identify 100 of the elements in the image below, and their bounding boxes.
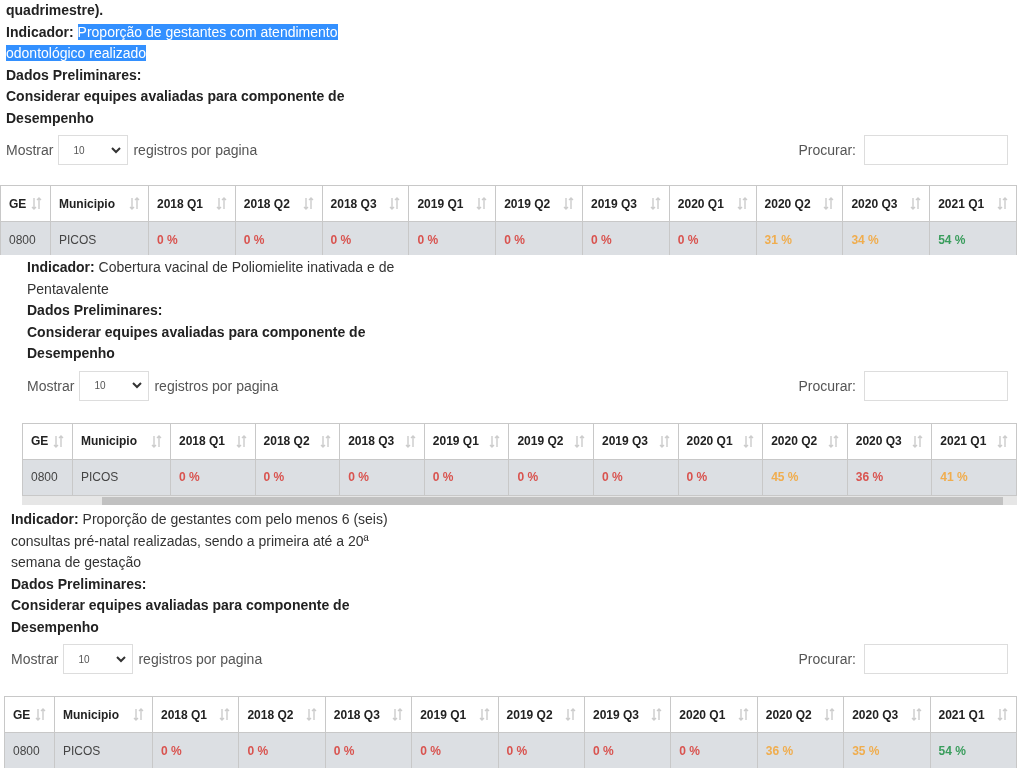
note-text: Considerar equipes avaliadas para componente de Desempenho (27, 322, 367, 363)
column-header[interactable]: GE (4, 696, 55, 733)
column-header[interactable]: 2019 Q3 (582, 185, 670, 222)
column-header[interactable]: 2018 Q1 (170, 423, 256, 459)
section-text: quadrimestre). (6, 1, 105, 20)
table-cell: 0 % (235, 221, 323, 255)
sort-icon (910, 708, 922, 721)
sort-icon (476, 197, 488, 210)
sort-icon (305, 708, 317, 721)
table-cell: 0 % (170, 459, 256, 495)
column-header[interactable]: Municipio (50, 185, 149, 222)
show-label: Mostrar (11, 651, 59, 667)
table-cell: 0 % (148, 221, 236, 255)
table-cell: PICOS (54, 732, 153, 768)
column-header[interactable]: 2021 Q1 (930, 696, 1017, 733)
show-label: Mostrar (6, 142, 54, 158)
column-header[interactable]: 2020 Q2 (756, 185, 843, 222)
column-header[interactable]: 2018 Q1 (148, 185, 236, 222)
sort-icon (215, 197, 227, 210)
sort-icon (151, 434, 162, 448)
column-header[interactable]: 2018 Q2 (255, 423, 340, 459)
scrollbar[interactable] (22, 495, 1017, 505)
table-cell: 0800 (0, 221, 51, 255)
sort-icon (478, 708, 490, 721)
table-cell: PICOS (72, 459, 171, 495)
column-header[interactable]: 2020 Q1 (669, 185, 757, 222)
search-label: Procurar: (798, 651, 856, 667)
column-header[interactable]: 2020 Q3 (843, 696, 930, 733)
page-size-select[interactable]: 10 (63, 644, 134, 674)
column-header[interactable]: 2020 Q1 (678, 423, 763, 459)
column-header[interactable]: 2020 Q2 (757, 696, 844, 733)
indicator-text: Indicador: Proporção de gestantes com pelo menos 6 (seis) consultas pré-natal realizadas, sendo a primeira até a 20ª semana de gestação (11, 510, 389, 572)
note-text: Dados Preliminares: (6, 65, 143, 85)
sort-icon (320, 434, 332, 448)
column-header[interactable]: 2018 Q2 (238, 696, 326, 733)
sort-icon (564, 708, 576, 721)
table-cell: 0 % (408, 221, 496, 255)
table-cell: 0 % (582, 221, 670, 255)
column-header[interactable]: 2019 Q3 (593, 423, 679, 459)
column-header[interactable]: 2020 Q3 (842, 185, 930, 222)
column-header[interactable]: 2019 Q2 (508, 423, 594, 459)
search-field[interactable] (864, 644, 1008, 674)
table-cell: 54 % (929, 221, 1017, 255)
column-header[interactable]: 2019 Q2 (495, 185, 583, 222)
column-header[interactable]: 2018 Q2 (235, 185, 323, 222)
table-cell: 0800 (22, 459, 73, 495)
column-header[interactable]: 2019 Q2 (498, 696, 585, 733)
sort-icon (235, 434, 247, 448)
table-cell: 0 % (411, 732, 499, 768)
column-header[interactable]: 2020 Q2 (762, 423, 848, 459)
sort-icon (823, 197, 835, 210)
column-header[interactable]: 2019 Q1 (424, 423, 509, 459)
table-cell: PICOS (50, 221, 149, 255)
sort-icon (302, 197, 314, 210)
sort-icon (31, 197, 42, 210)
column-header[interactable]: GE (0, 185, 51, 222)
table-cell: 41 % (931, 459, 1017, 495)
column-header[interactable]: 2019 Q1 (408, 185, 496, 222)
sort-icon (489, 434, 501, 448)
table-cell: 34 % (842, 221, 930, 255)
column-header[interactable]: 2020 Q1 (670, 696, 758, 733)
column-header[interactable]: 2018 Q3 (339, 423, 425, 459)
sort-icon (651, 708, 663, 721)
column-header[interactable]: 2018 Q3 (325, 696, 412, 733)
show-label: Mostrar (27, 377, 75, 394)
sort-icon (649, 197, 661, 210)
show-suffix: registros por pagina (138, 651, 263, 667)
column-header[interactable]: 2019 Q1 (411, 696, 499, 733)
table-cell: 0 % (322, 221, 409, 255)
column-header[interactable]: 2019 Q3 (584, 696, 671, 733)
table-cell: 45 % (762, 459, 848, 495)
sort-icon (912, 434, 924, 448)
indicator-text: Indicador: Cobertura vacinal de Poliomielite inativada e de Pentavalente (27, 258, 396, 299)
column-header[interactable]: 2021 Q1 (931, 423, 1017, 459)
sort-icon (910, 197, 922, 210)
sort-icon (736, 197, 748, 210)
note-text: Considerar equipes avaliadas para componente de Desempenho (11, 596, 351, 637)
search-label: Procurar: (798, 142, 856, 158)
table-cell: 0 % (325, 732, 412, 768)
note-text: Considerar equipes avaliadas para componente de Desempenho (6, 87, 346, 128)
table-cell: 36 % (757, 732, 844, 768)
column-header[interactable]: 2018 Q1 (152, 696, 239, 733)
sort-icon (743, 434, 755, 448)
column-header[interactable]: 2020 Q3 (847, 423, 932, 459)
column-header[interactable]: 2021 Q1 (929, 185, 1017, 222)
indicator-text: Indicador: Proporção de gestantes com atendimento odontológico realizado (6, 22, 339, 63)
column-header[interactable]: Municipio (72, 423, 171, 459)
column-header[interactable]: 2018 Q3 (322, 185, 409, 222)
table-cell: 0 % (424, 459, 509, 495)
column-header[interactable]: GE (22, 423, 73, 459)
search-field[interactable] (864, 370, 1008, 401)
column-header[interactable]: Municipio (54, 696, 153, 733)
sort-icon (658, 434, 670, 448)
sort-icon (997, 434, 1008, 448)
page-size-select[interactable]: 10 (58, 135, 129, 165)
page-size-select[interactable]: 10 (79, 370, 150, 401)
search-field[interactable] (864, 135, 1008, 165)
sort-icon (129, 197, 140, 210)
table-cell: 35 % (843, 732, 930, 768)
sort-icon (392, 708, 404, 721)
